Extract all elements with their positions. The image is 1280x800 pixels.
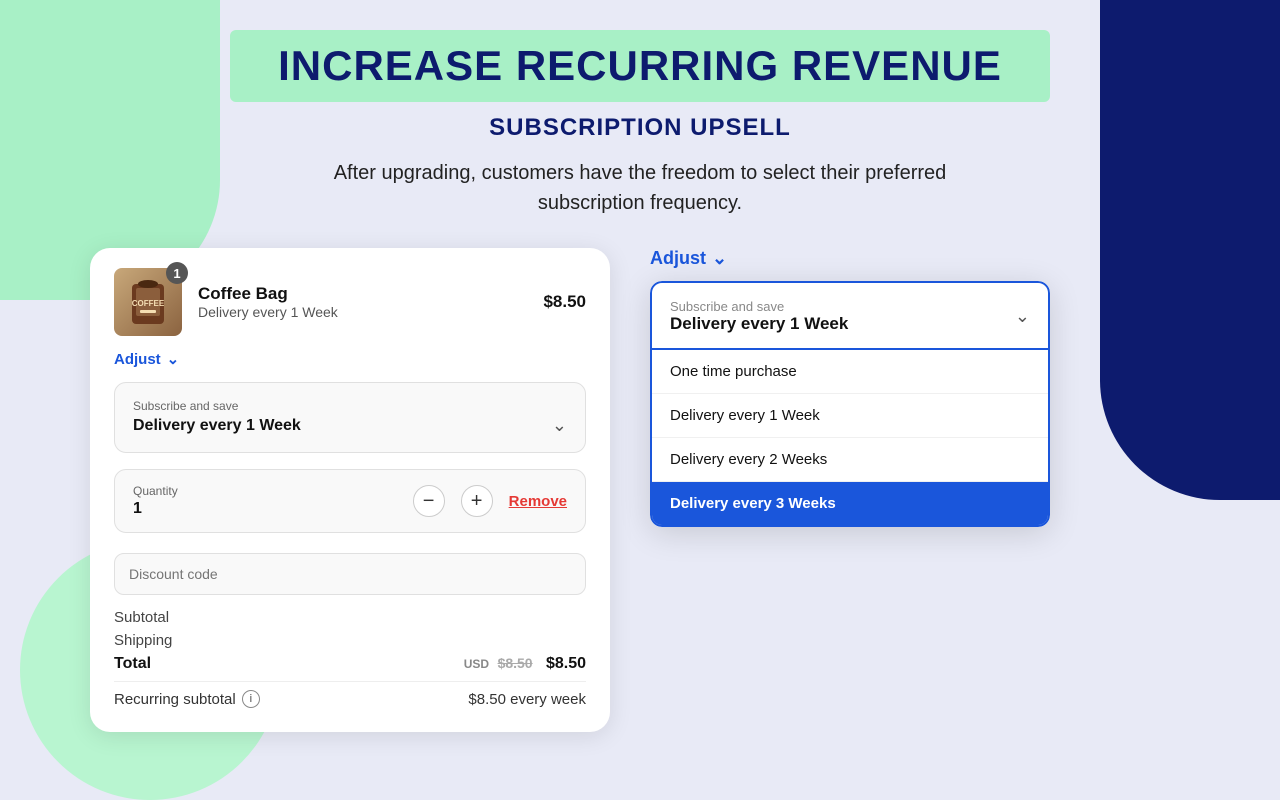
adjust-button-left[interactable]: Adjust ⌄ xyxy=(114,350,179,368)
quantity-row: Quantity 1 − + Remove xyxy=(114,469,586,533)
chevron-down-icon-right: ⌄ xyxy=(712,248,727,269)
subscribe-dropdown-left[interactable]: Subscribe and save Delivery every 1 Week… xyxy=(114,382,586,453)
subtotal-label: Subtotal xyxy=(114,609,169,626)
info-icon: i xyxy=(242,690,260,708)
total-label: Total xyxy=(114,655,151,673)
dropdown-header-label: Subscribe and save xyxy=(670,299,848,314)
panels-container: 1 COFFEE Coffee Bag Delivery every 1 Wee xyxy=(90,248,1190,732)
recurring-label-wrap: Recurring subtotal i xyxy=(114,690,260,708)
quantity-increase-button[interactable]: + xyxy=(461,485,493,517)
cart-item-info: Coffee Bag Delivery every 1 Week xyxy=(198,284,527,320)
description-text: After upgrading, customers have the free… xyxy=(300,158,980,218)
quantity-value: 1 xyxy=(133,500,178,518)
quantity-info: Quantity 1 xyxy=(133,484,178,518)
option-label-1week: Delivery every 1 Week xyxy=(670,407,820,424)
usd-label: USD xyxy=(464,657,489,671)
main-title: INCREASE RECURRING REVENUE xyxy=(278,42,1002,90)
dropdown-options-list: One time purchase Delivery every 1 Week … xyxy=(650,350,1050,527)
quantity-controls: − + Remove xyxy=(413,485,567,517)
dropdown-header-value: Delivery every 1 Week xyxy=(670,314,848,334)
dropdown-header[interactable]: Subscribe and save Delivery every 1 Week… xyxy=(650,281,1050,350)
cart-panel: 1 COFFEE Coffee Bag Delivery every 1 Wee xyxy=(90,248,610,732)
total-value-wrap: USD $8.50 $8.50 xyxy=(464,655,586,673)
adjust-label-right: Adjust xyxy=(650,248,706,269)
cart-item-badge: 1 xyxy=(166,262,188,284)
recurring-value: $8.50 every week xyxy=(468,691,586,708)
dropdown-option-one-time[interactable]: One time purchase xyxy=(652,350,1048,394)
right-panel: Adjust ⌄ Subscribe and save Delivery eve… xyxy=(650,248,1070,527)
subscribe-value-row: Delivery every 1 Week ⌄ xyxy=(133,415,567,436)
discount-input[interactable] xyxy=(114,553,586,595)
option-label-one-time: One time purchase xyxy=(670,363,797,380)
discount-row xyxy=(114,553,586,595)
total-row: Total USD $8.50 $8.50 xyxy=(114,655,586,673)
quantity-decrease-button[interactable]: − xyxy=(413,485,445,517)
adjust-button-right[interactable]: Adjust ⌄ xyxy=(650,248,727,269)
cart-item-row: 1 COFFEE Coffee Bag Delivery every 1 Wee xyxy=(114,268,586,336)
chevron-icon-left: ⌄ xyxy=(552,415,567,436)
subscription-dropdown-panel: Subscribe and save Delivery every 1 Week… xyxy=(650,281,1050,527)
recurring-label: Recurring subtotal xyxy=(114,691,236,708)
chevron-down-icon-left: ⌄ xyxy=(167,350,180,368)
cart-item-image-wrap: 1 COFFEE xyxy=(114,268,182,336)
subscribe-label-left: Subscribe and save xyxy=(133,399,567,413)
cart-item-delivery: Delivery every 1 Week xyxy=(198,304,527,320)
subtitle: SUBSCRIPTION UPSELL xyxy=(489,114,791,142)
dropdown-option-1week[interactable]: Delivery every 1 Week xyxy=(652,394,1048,438)
quantity-label: Quantity xyxy=(133,484,178,498)
coffee-bag-icon: COFFEE xyxy=(124,274,172,330)
option-label-2weeks: Delivery every 2 Weeks xyxy=(670,451,827,468)
cart-item-name: Coffee Bag xyxy=(198,284,527,304)
subscribe-value-left: Delivery every 1 Week xyxy=(133,417,301,435)
remove-button[interactable]: Remove xyxy=(509,493,567,510)
option-label-3weeks: Delivery every 3 Weeks xyxy=(670,495,836,512)
dropdown-option-2weeks[interactable]: Delivery every 2 Weeks xyxy=(652,438,1048,482)
dropdown-header-text: Subscribe and save Delivery every 1 Week xyxy=(670,299,848,334)
header-banner: INCREASE RECURRING REVENUE xyxy=(230,30,1050,102)
shipping-label: Shipping xyxy=(114,632,172,649)
dropdown-chevron-icon: ⌄ xyxy=(1015,306,1030,327)
cart-item-price: $8.50 xyxy=(543,292,586,312)
subtotal-row: Subtotal xyxy=(114,609,586,626)
total-strikethrough: $8.50 xyxy=(498,655,533,671)
shipping-row: Shipping xyxy=(114,632,586,649)
recurring-row: Recurring subtotal i $8.50 every week xyxy=(114,681,586,708)
svg-text:COFFEE: COFFEE xyxy=(132,299,165,308)
total-value: $8.50 xyxy=(546,655,586,672)
adjust-label-left: Adjust xyxy=(114,351,161,368)
dropdown-option-3weeks[interactable]: Delivery every 3 Weeks xyxy=(652,482,1048,525)
